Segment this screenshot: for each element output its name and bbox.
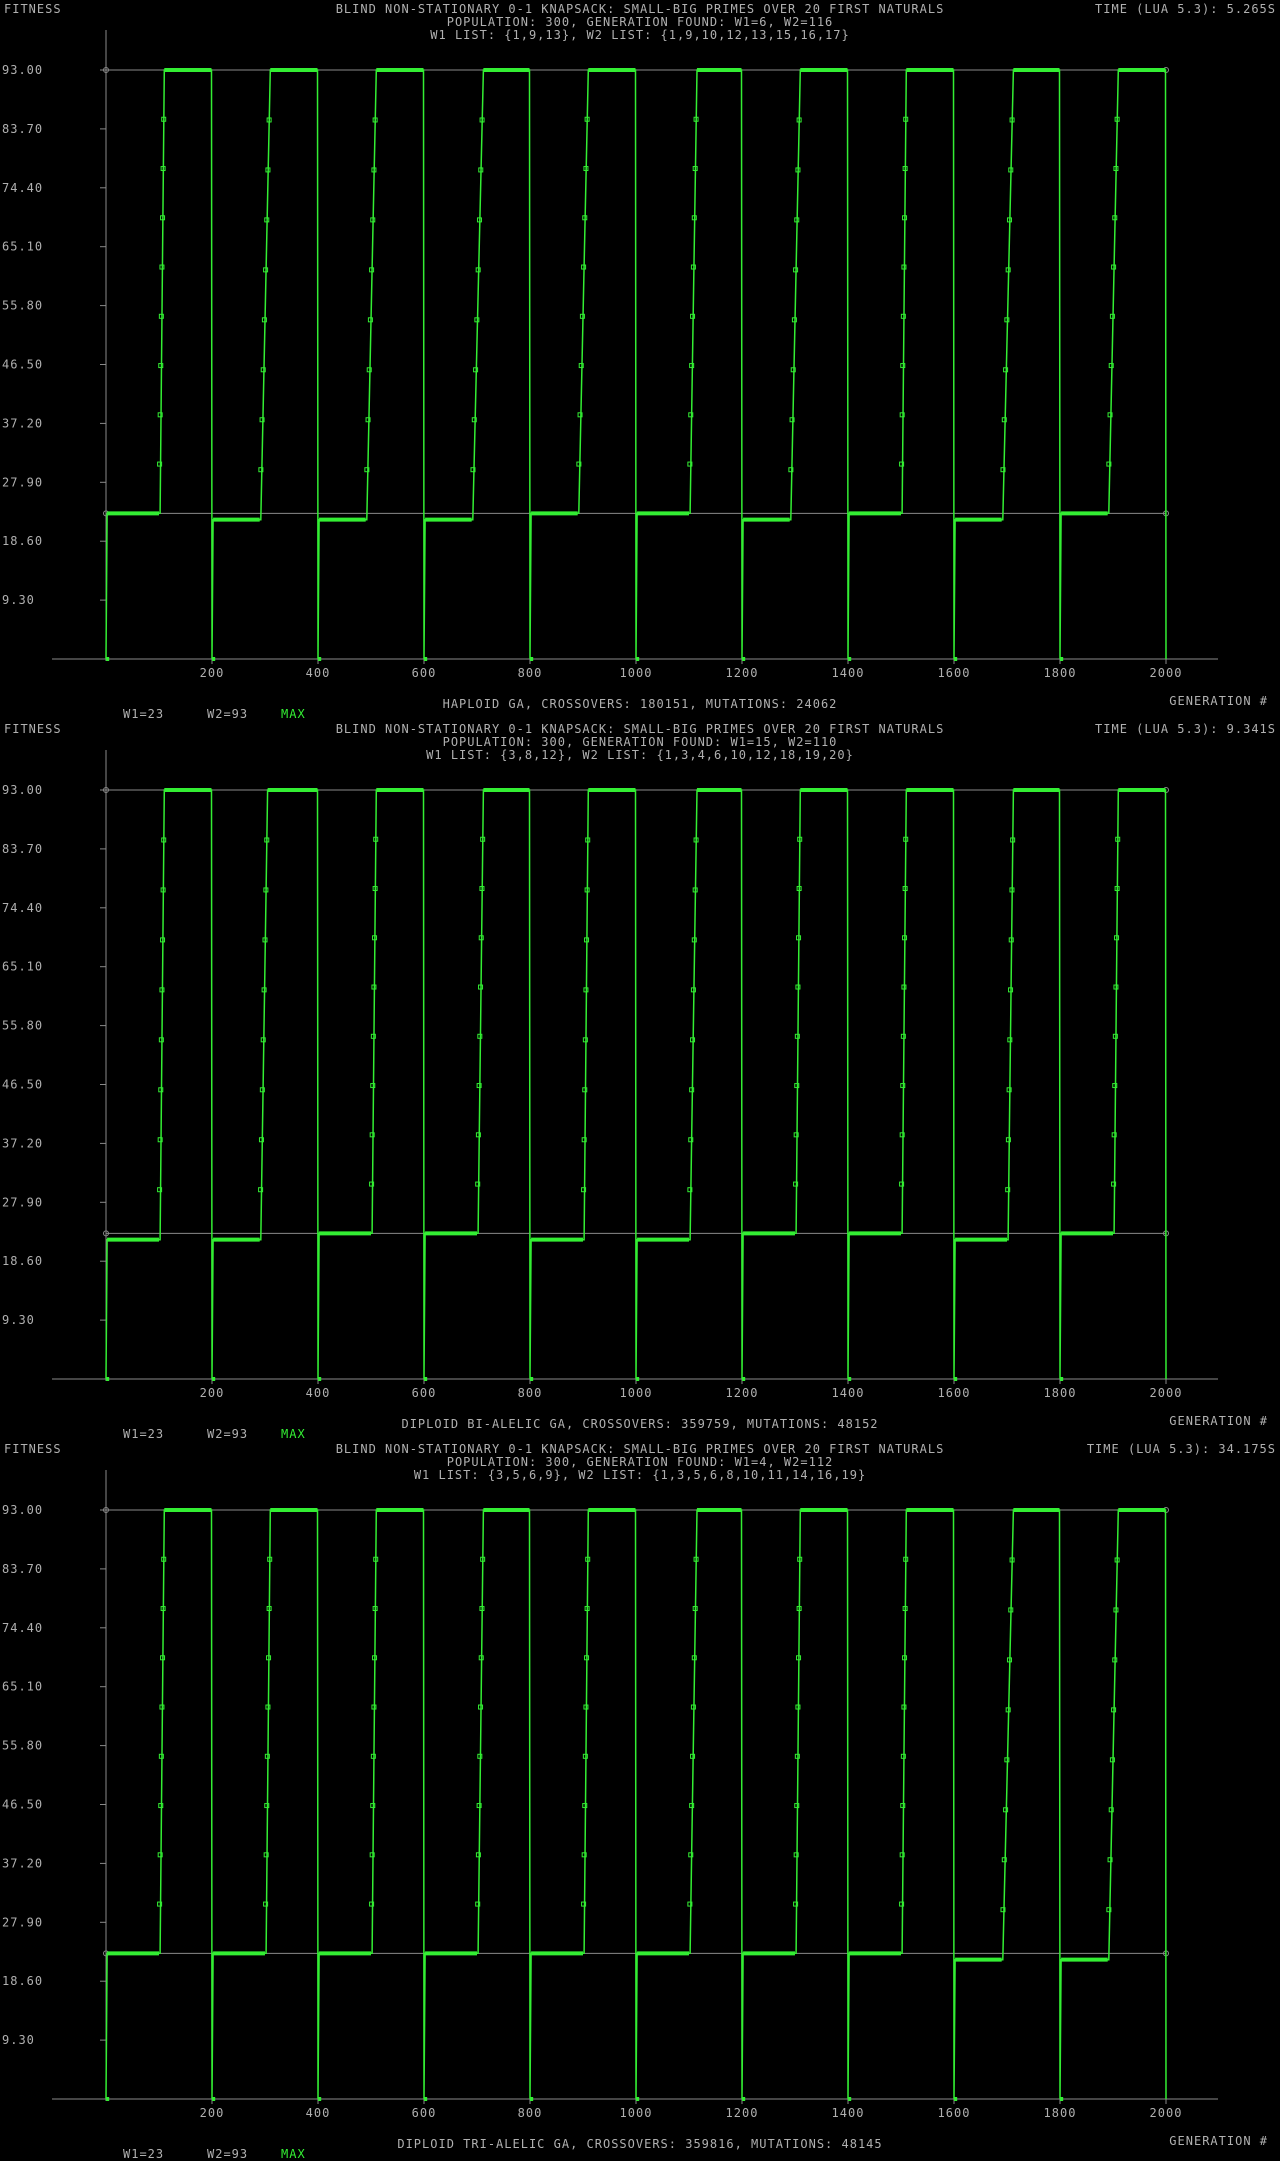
chart-footer: DIPLOID BI-ALELIC GA, CROSSOVERS: 359759… <box>401 1417 879 1431</box>
x-tick-label: 1200 <box>726 2106 759 2120</box>
y-tick-label: 46.50 <box>2 1798 43 1812</box>
x-tick-label: 200 <box>200 666 225 680</box>
legend-w1: W1=23 <box>123 1427 165 1441</box>
x-tick-label: 600 <box>412 666 437 680</box>
y-tick-label: 55.80 <box>2 1019 43 1033</box>
x-tick-label: 800 <box>518 2106 543 2120</box>
chart-subtitle-population: POPULATION: 300, GENERATION FOUND: W1=6,… <box>446 15 834 29</box>
y-tick-label: 27.90 <box>2 475 43 489</box>
chart-subtitle-population: POPULATION: 300, GENERATION FOUND: W1=4,… <box>446 1455 834 1469</box>
y-tick-label: 37.20 <box>2 416 43 430</box>
x-tick-label: 1400 <box>832 1386 865 1400</box>
y-tick-label: 46.50 <box>2 1078 43 1092</box>
y-tick-label: 27.90 <box>2 1915 43 1929</box>
x-tick-label: 2000 <box>1150 2106 1183 2120</box>
y-tick-label: 37.20 <box>2 1856 43 1870</box>
x-tick-label: 1000 <box>620 666 653 680</box>
x-tick-label: 600 <box>412 2106 437 2120</box>
legend-w2: W2=93 <box>207 1427 249 1441</box>
legend-w1: W1=23 <box>123 707 165 721</box>
x-tick-label: 800 <box>518 666 543 680</box>
y-tick-label: 74.40 <box>2 1621 43 1635</box>
chart-subtitle-lists: W1 LIST: {3,8,12}, W2 LIST: {1,3,4,6,10,… <box>426 748 854 762</box>
legend-max: MAX <box>281 1427 306 1441</box>
x-tick-label: 1000 <box>620 1386 653 1400</box>
x-tick-label: 2000 <box>1150 666 1183 680</box>
time-readout: TIME (LUA 5.3): 9.341S <box>1095 722 1276 736</box>
chart-panel-1: 93.00 83.70 74.40 65.10 55.80 46.50 37.20 27.90… <box>0 0 1280 721</box>
legend-w2: W2=93 <box>207 707 249 721</box>
x-tick-label: 200 <box>200 2106 225 2120</box>
y-tick-label: 74.40 <box>2 901 43 915</box>
x-tick-label: 1000 <box>620 2106 653 2120</box>
chart-panel-2: 93.00 83.70 74.40 65.10 55.80 46.50 37.20 27.90… <box>0 720 1280 1441</box>
y-tick-label: 46.50 <box>2 358 43 372</box>
chart-footer: DIPLOID TRI-ALELIC GA, CROSSOVERS: 35981… <box>397 2137 883 2151</box>
chart-panel-3: 93.00 83.70 74.40 65.10 55.80 46.50 37.20 27.90… <box>0 1440 1280 2161</box>
y-tick-label: 65.10 <box>2 1680 43 1694</box>
legend-w1: W1=23 <box>123 2147 165 2161</box>
chart-footer: HAPLOID GA, CROSSOVERS: 180151, MUTATION… <box>442 697 838 711</box>
y-tick-label: 93.00 <box>2 1503 43 1517</box>
y-tick-label: 74.40 <box>2 181 43 195</box>
y-tick-label: 9.30 <box>2 593 35 607</box>
x-tick-label: 200 <box>200 1386 225 1400</box>
x-tick-label: 1600 <box>938 666 971 680</box>
y-tick-label: 65.10 <box>2 960 43 974</box>
x-tick-label: 2000 <box>1150 1386 1183 1400</box>
chart-subtitle-lists: W1 LIST: {3,5,6,9}, W2 LIST: {1,3,5,6,8,… <box>413 1468 867 1482</box>
x-tick-label: 1200 <box>726 1386 759 1400</box>
x-tick-label: 800 <box>518 1386 543 1400</box>
time-readout: TIME (LUA 5.3): 5.265S <box>1095 2 1276 16</box>
x-tick-label: 1800 <box>1044 1386 1077 1400</box>
legend-max: MAX <box>281 707 306 721</box>
y-tick-label: 9.30 <box>2 2033 35 2047</box>
y-tick-label: 18.60 <box>2 1254 43 1268</box>
fitness-chart: 93.00 83.70 74.40 65.10 55.80 46.50 37.20 27.90… <box>2 750 1218 1400</box>
y-tick-label: 65.10 <box>2 240 43 254</box>
x-tick-label: 1800 <box>1044 666 1077 680</box>
x-tick-label: 1600 <box>938 2106 971 2120</box>
time-readout: TIME (LUA 5.3): 34.175S <box>1086 1442 1276 1456</box>
y-tick-label: 55.80 <box>2 1739 43 1753</box>
y-tick-label: 27.90 <box>2 1195 43 1209</box>
y-tick-label: 83.70 <box>2 122 43 136</box>
chart-title: BLIND NON-STATIONARY 0-1 KNAPSACK: SMALL… <box>335 722 945 736</box>
x-tick-label: 1800 <box>1044 2106 1077 2120</box>
x-tick-label: 1400 <box>832 666 865 680</box>
max-series-line <box>105 789 1167 1380</box>
y-tick-label: 9.30 <box>2 1313 35 1327</box>
chart-subtitle-lists: W1 LIST: {1,9,13}, W2 LIST: {1,9,10,12,1… <box>430 28 850 42</box>
legend-max: MAX <box>281 2147 306 2161</box>
chart-title: BLIND NON-STATIONARY 0-1 KNAPSACK: SMALL… <box>335 2 945 16</box>
y-tick-label: 55.80 <box>2 299 43 313</box>
x-tick-label: 1200 <box>726 666 759 680</box>
x-tick-label: 600 <box>412 1386 437 1400</box>
x-tick-label: 1600 <box>938 1386 971 1400</box>
chart-subtitle-population: POPULATION: 300, GENERATION FOUND: W1=15… <box>442 735 838 749</box>
y-tick-label: 18.60 <box>2 534 43 548</box>
y-tick-label: 37.20 <box>2 1136 43 1150</box>
max-series-line <box>105 69 1167 660</box>
x-tick-label: 400 <box>306 2106 331 2120</box>
y-tick-label: 93.00 <box>2 63 43 77</box>
x-tick-label: 1400 <box>832 2106 865 2120</box>
fitness-chart: 93.00 83.70 74.40 65.10 55.80 46.50 37.20 27.90… <box>2 30 1218 680</box>
y-tick-label: 83.70 <box>2 1562 43 1576</box>
legend-w2: W2=93 <box>207 2147 249 2161</box>
fitness-chart: 93.00 83.70 74.40 65.10 55.80 46.50 37.20 27.90… <box>2 1470 1218 2120</box>
y-tick-label: 93.00 <box>2 783 43 797</box>
y-tick-label: 18.60 <box>2 1974 43 1988</box>
x-tick-label: 400 <box>306 666 331 680</box>
y-tick-label: 83.70 <box>2 842 43 856</box>
x-tick-label: 400 <box>306 1386 331 1400</box>
